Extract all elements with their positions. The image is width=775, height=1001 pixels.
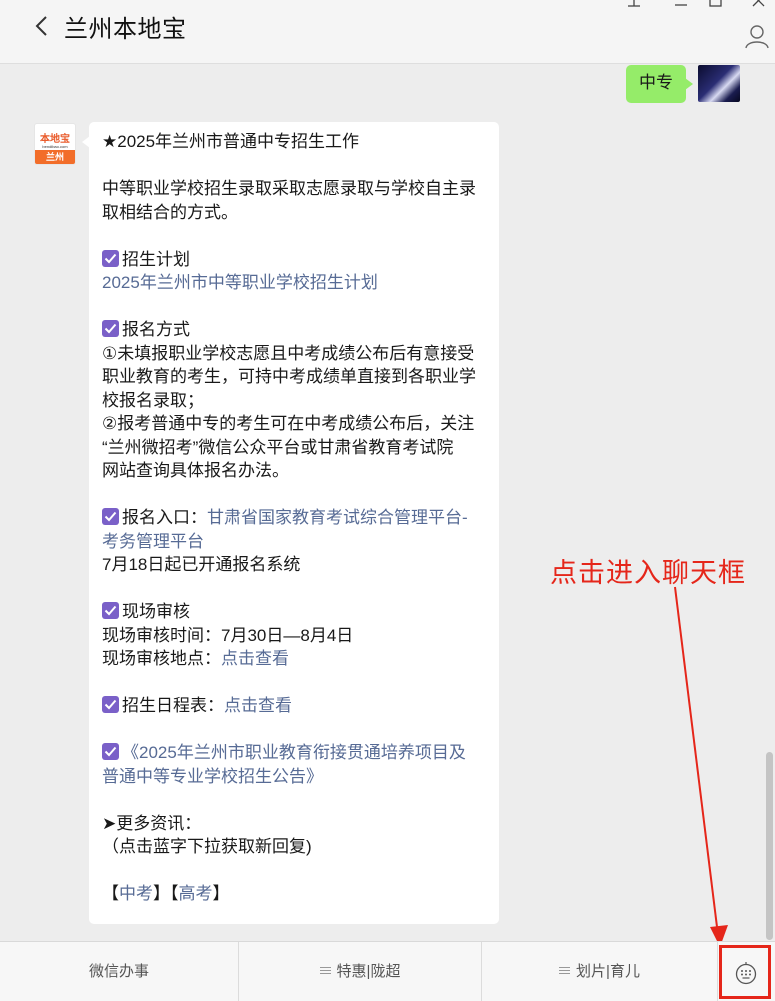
message-line: 招生计划 [102,248,487,272]
message-line: 职业教育的考生，可持中考成绩单直接到各职业学 [102,365,487,389]
message-line: （点击蓝字下拉获取新回复) [102,835,487,859]
message-link[interactable]: 2025年兰州市中等职业学校招生计划 [102,273,378,292]
keyboard-icon [735,962,757,985]
menu-item-wechat-services[interactable]: 微信办事 [0,942,239,1001]
chat-area: 中专 本地宝 bendibao.com 兰州 ★2025年兰州市普通中专招生工作… [0,65,775,941]
line-text: 7月18日起已开通报名系统 [102,555,301,574]
keyboard-toggle-button[interactable] [719,945,771,999]
line-text: ①未填报职业学校志愿且中考成绩公布后有意接受 [102,343,475,363]
line-text: 招生计划 [122,249,190,269]
line-text: ➤更多资讯： [102,813,202,833]
line-text: 职业教育的考生，可持中考成绩单直接到各职业学 [102,367,476,386]
message-line: ①未填报职业学校志愿且中考成绩公布后有意接受 [102,342,487,366]
profile-icon[interactable] [744,23,770,49]
line-text: “兰州微招考”微信公众平台或甘肃省教育考试院 [102,437,454,457]
line-text: 校报名录取； [102,390,204,410]
annotation-arrow-icon [674,586,728,947]
line-text: 现场审核地点： [102,649,221,668]
message-line: 招生日程表：点击查看 [102,694,487,718]
message-link[interactable]: 点击查看 [224,696,292,715]
message-line: 2025年兰州市中等职业学校招生计划 [102,271,487,295]
chat-title: 兰州本地宝 [64,16,187,43]
line-text: 报名方式 [122,320,190,339]
incoming-message: ★2025年兰州市普通中专招生工作中等职业学校招生录取采取志愿录取与学校自主录取… [82,122,499,924]
checkbox-icon [102,743,119,760]
menu-item-deals[interactable]: 特惠|陇超 [239,942,482,1001]
checkbox-icon [102,602,119,619]
line-text: 招生日程表： [122,696,224,715]
menu-lines-icon [319,965,331,976]
message-line: 《2025年兰州市职业教育衔接贯通培养项目及 [102,741,487,765]
line-text: 报名入口： [122,508,207,527]
line-text: 网站查询具体报名办法。 [102,461,289,480]
line-text: 】【 [153,884,179,903]
logo-city: 兰州 [35,150,75,164]
menu-lines-icon [559,965,571,976]
line-text: ②报考普通中专的考生可在中考成绩公布后，关注 [102,414,475,433]
message-link[interactable]: 甘肃省国家教育考试综合管理平台- [207,508,468,527]
title-bar: 兰州本地宝 [0,0,775,64]
minimize-icon[interactable] [670,0,692,16]
scrollbar-thumb[interactable] [766,752,773,940]
message-line: 现场审核地点：点击查看 [102,647,487,671]
bot-avatar[interactable]: 本地宝 bendibao.com 兰州 [34,123,76,165]
line-text: 中等职业学校招生录取采取志愿录取与学校自主录 [102,179,476,198]
message-link[interactable]: 中考 [119,884,153,903]
message-link[interactable]: 点击查看 [221,649,289,668]
checkbox-icon [102,508,119,525]
message-line: 中等职业学校招生录取采取志愿录取与学校自主录 [102,177,487,201]
message-line: 普通中等专业学校招生公告》 [102,765,487,789]
message-line: ★2025年兰州市普通中专招生工作 [102,130,487,154]
menu-item-label: 微信办事 [88,963,149,980]
line-text: 现场审核 [122,602,190,621]
menu-item-label: 划片|育儿 [576,963,640,980]
menu-item-label: 特惠|陇超 [336,963,401,980]
checkbox-icon [102,320,119,337]
my-avatar[interactable] [698,65,740,102]
message-link[interactable]: 普通中等专业学校招生公告》 [102,767,323,786]
line-text: 现场审核时间：7月30日—8月4日 [102,625,354,645]
checkbox-icon [102,249,119,267]
maximize-icon[interactable] [705,0,727,16]
logo-url: bendibao.com [42,144,68,149]
bottom-menu: 微信办事 特惠|陇超 划片|育儿 [0,941,775,1001]
message-link[interactable]: 高考 [179,884,213,903]
message-line: 报名方式 [102,318,487,342]
outgoing-message[interactable]: 中专 [626,65,693,103]
message-line: “兰州微招考”微信公众平台或甘肃省教育考试院 [102,436,487,460]
message-line: 网站查询具体报名办法。 [102,459,487,483]
message-line: 校报名录取； [102,389,487,413]
message-line: ②报考普通中专的考生可在中考成绩公布后，关注 [102,412,487,436]
message-link[interactable]: 《2025年兰州市职业教育衔接贯通培养项目及 [122,743,466,762]
close-icon[interactable] [748,0,770,16]
line-text: ★2025年兰州市普通中专招生工作 [102,132,360,151]
line-text: （点击蓝字下拉获取新回复) [102,837,312,856]
logo-text: 本地宝 [40,134,70,145]
message-line: 现场审核 [102,600,487,624]
message-line: 考务管理平台 [102,530,487,554]
line-text: 【 [102,884,119,903]
checkbox-icon [102,696,119,713]
message-line: 7月18日起已开通报名系统 [102,553,487,577]
message-link[interactable]: 考务管理平台 [102,532,204,551]
pin-icon[interactable] [623,0,645,16]
message-line: 现场审核时间：7月30日—8月4日 [102,624,487,648]
line-text: 取相结合的方式。 [102,202,238,222]
message-line: 【中考】【高考】 [102,882,487,906]
menu-item-school-zones[interactable]: 划片|育儿 [482,942,718,1001]
message-line: 报名入口：甘肃省国家教育考试综合管理平台- [102,506,487,530]
message-line: ➤更多资讯： [102,812,487,836]
line-text: 】 [212,884,230,903]
message-line: 取相结合的方式。 [102,201,487,225]
chevron-left-icon[interactable] [32,14,52,38]
